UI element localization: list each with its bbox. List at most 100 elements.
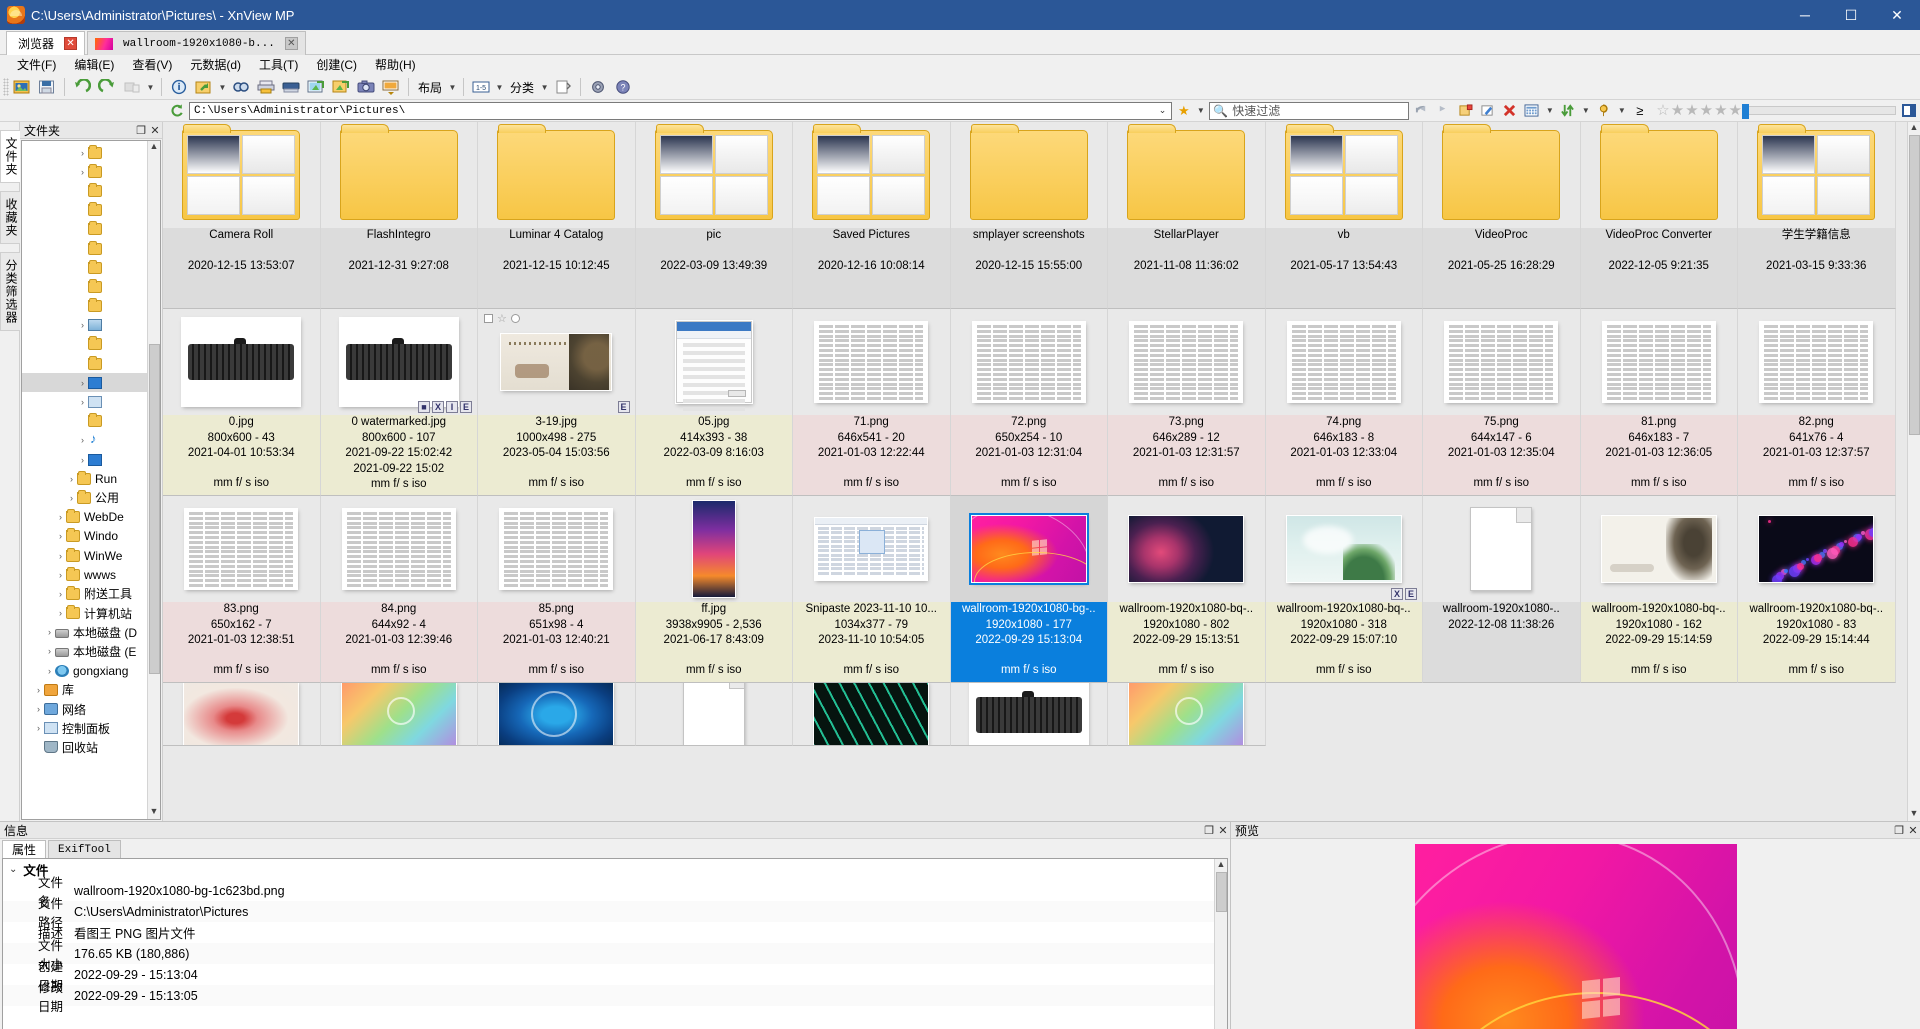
tree-item[interactable]: › 控制面板 — [22, 719, 147, 738]
tree-scroll-thumb[interactable] — [148, 344, 160, 674]
checkbox-icon[interactable] — [484, 314, 493, 323]
scan-icon[interactable] — [279, 76, 303, 98]
tree-item[interactable]: › 网络 — [22, 699, 147, 718]
minimize-button[interactable]: ─ — [1782, 0, 1828, 30]
file-cell[interactable] — [320, 683, 478, 746]
tab-image-close-icon[interactable]: ✕ — [284, 37, 298, 50]
tree-item[interactable]: › — [22, 143, 147, 162]
file-cell[interactable]: wallroom-1920x1080-bq-.. 1920x1080 - 802 2… — [1108, 496, 1266, 683]
info-icon[interactable] — [167, 76, 191, 98]
favorite-dropdown-caret-icon[interactable]: ▼ — [1195, 100, 1206, 122]
file-cell[interactable]: X Ewallroom-1920x1080-bq-.. 1920x1080 - 31… — [1265, 496, 1423, 683]
panel-toggle-icon[interactable] — [1899, 102, 1918, 120]
address-dropdown-caret-icon[interactable]: ⌄ — [1159, 106, 1167, 116]
redo-icon[interactable] — [95, 76, 119, 98]
thumbnail-area[interactable]: ☆ E — [478, 309, 635, 415]
favorite-star-icon[interactable]: ★ — [1175, 102, 1192, 120]
help-icon[interactable]: ? — [611, 76, 635, 98]
file-cell[interactable]: 71.png 646x541 - 20 2021-01-03 12:22:44 mm … — [793, 309, 951, 496]
tree-expand-chevron-icon[interactable]: › — [77, 378, 88, 388]
tree-expand-chevron-icon[interactable]: › — [55, 608, 66, 618]
tree-item[interactable] — [22, 277, 147, 296]
tree-item[interactable]: › 公用 — [22, 488, 147, 507]
delete-icon[interactable] — [120, 76, 144, 98]
menu-file[interactable]: 文件(F) — [8, 55, 65, 75]
file-cell[interactable]: wallroom-1920x1080-bq-.. 1920x1080 - 162 2… — [1580, 496, 1738, 683]
thumbnail-area[interactable]: XE — [1266, 496, 1423, 602]
thumbnail-area[interactable] — [478, 683, 635, 745]
save-icon[interactable] — [35, 76, 59, 98]
batch-convert-icon[interactable] — [304, 76, 328, 98]
preview-body[interactable]: ★ ★ ★ ★ ★ ★ — [1231, 839, 1920, 1029]
file-cell[interactable]: wallroom-1920x1080-bg-.. 1920x1080 - 177 2… — [950, 496, 1108, 683]
property-list[interactable]: ⌄ 文件 文件名 wallroom-1920x1080-bg-1c623bd.pn… — [2, 858, 1228, 1029]
menu-view[interactable]: 查看(V) — [123, 55, 181, 75]
folder-cell[interactable]: VideoProc Converter 2022-12-05 9:21:35 — [1580, 122, 1738, 309]
prop-scroll-up-icon[interactable]: ▲ — [1217, 859, 1226, 872]
file-cell[interactable]: 82.png 641x76 - 4 2021-01-03 12:37:57 mm f/… — [1738, 309, 1896, 496]
menu-metadata[interactable]: 元数据(d) — [181, 55, 250, 75]
tree-expand-chevron-icon[interactable]: › — [33, 704, 44, 714]
thumbnail-area[interactable] — [1108, 122, 1265, 228]
tree-item[interactable] — [22, 181, 147, 200]
tree-item[interactable]: › — [22, 316, 147, 335]
open-folder-icon[interactable] — [10, 76, 34, 98]
thumbnail-area[interactable] — [1108, 309, 1265, 415]
thumbnail-area[interactable] — [1266, 122, 1423, 228]
export-folder-icon[interactable] — [192, 76, 216, 98]
tree-item[interactable]: › 附送工具 — [22, 584, 147, 603]
thumbnail-area[interactable] — [163, 683, 320, 745]
thumbnail-area[interactable] — [793, 309, 950, 415]
thumbnail-area[interactable] — [163, 122, 320, 228]
back-icon[interactable] — [1412, 102, 1431, 120]
sort-caret-icon[interactable]: ▼ — [1580, 100, 1591, 122]
grid-scroll-thumb[interactable] — [1908, 135, 1920, 435]
rating-star-2[interactable]: ★ — [1671, 103, 1684, 118]
delete-dropdown-caret-icon[interactable]: ▼ — [145, 76, 156, 98]
subtab-properties[interactable]: 属性 — [2, 840, 47, 858]
thumbnail-area[interactable] — [793, 496, 950, 602]
tree-item[interactable]: › — [22, 450, 147, 469]
tree-expand-chevron-icon[interactable]: › — [44, 666, 55, 676]
view-mode-icon[interactable] — [1522, 102, 1541, 120]
thumbnail-area[interactable] — [636, 309, 793, 415]
layout-label[interactable]: 布局 — [414, 79, 446, 96]
file-cell[interactable]: 74.png 646x183 - 8 2021-01-03 12:33:04 mm f… — [1265, 309, 1423, 496]
preview-panel-close-icon[interactable]: ✕ — [1906, 824, 1920, 837]
tree-item[interactable]: › WebDe — [22, 508, 147, 527]
tree-item[interactable] — [22, 258, 147, 277]
thumbnail-area[interactable] — [1738, 309, 1895, 415]
folder-cell[interactable]: Saved Pictures 2020-12-16 10:08:14 — [793, 122, 951, 309]
quick-filter-input[interactable]: 🔍 快速过滤 — [1209, 101, 1410, 120]
star-icon[interactable]: ☆ — [497, 312, 507, 325]
tree-item[interactable] — [22, 297, 147, 316]
tree-expand-chevron-icon[interactable]: › — [55, 512, 66, 522]
slideshow-icon[interactable] — [379, 76, 403, 98]
menu-create[interactable]: 创建(C) — [307, 55, 366, 75]
thumbnail-area[interactable] — [793, 122, 950, 228]
print-icon[interactable] — [254, 76, 278, 98]
thumbnail-area[interactable] — [951, 309, 1108, 415]
circle-icon[interactable] — [510, 314, 520, 323]
tree-item[interactable]: › Windo — [22, 527, 147, 546]
file-cell[interactable] — [163, 683, 321, 746]
rating-star-5[interactable]: ★ — [1714, 103, 1727, 118]
tree-item[interactable]: › — [22, 162, 147, 181]
tab-image[interactable]: wallroom-1920x1080-b... ✕ — [87, 31, 306, 55]
file-cell[interactable]: 72.png 650x254 - 10 2021-01-03 12:31:04 mm … — [950, 309, 1108, 496]
settings-icon[interactable] — [586, 76, 610, 98]
file-cell[interactable]: Snipaste 2023-11-10 10... 1034x377 - 79 20… — [793, 496, 951, 683]
info-panel-float-icon[interactable]: ❐ — [1202, 824, 1216, 837]
tree-item[interactable]: › 本地磁盘 (D — [22, 623, 147, 642]
address-input[interactable]: C:\Users\Administrator\Pictures\ ⌄ — [189, 101, 1173, 120]
file-cell[interactable]: wallroom-1920x1080-bq-.. 1920x1080 - 83 20… — [1738, 496, 1896, 683]
file-cell[interactable]: 83.png 650x162 - 7 2021-01-03 12:38:51 mm f… — [163, 496, 321, 683]
folder-cell[interactable]: 学生学籍信息 2021-03-15 9:33:36 — [1738, 122, 1896, 309]
tree-expand-chevron-icon[interactable]: › — [66, 474, 77, 484]
folder-cell[interactable]: smplayer screenshots 2020-12-15 15:55:00 — [950, 122, 1108, 309]
prop-scroll-thumb[interactable] — [1215, 872, 1227, 912]
tree-expand-chevron-icon[interactable]: › — [77, 148, 88, 158]
tree-item[interactable] — [22, 354, 147, 373]
export-dropdown-caret-icon[interactable]: ▼ — [217, 76, 228, 98]
file-cell[interactable] — [793, 683, 951, 746]
